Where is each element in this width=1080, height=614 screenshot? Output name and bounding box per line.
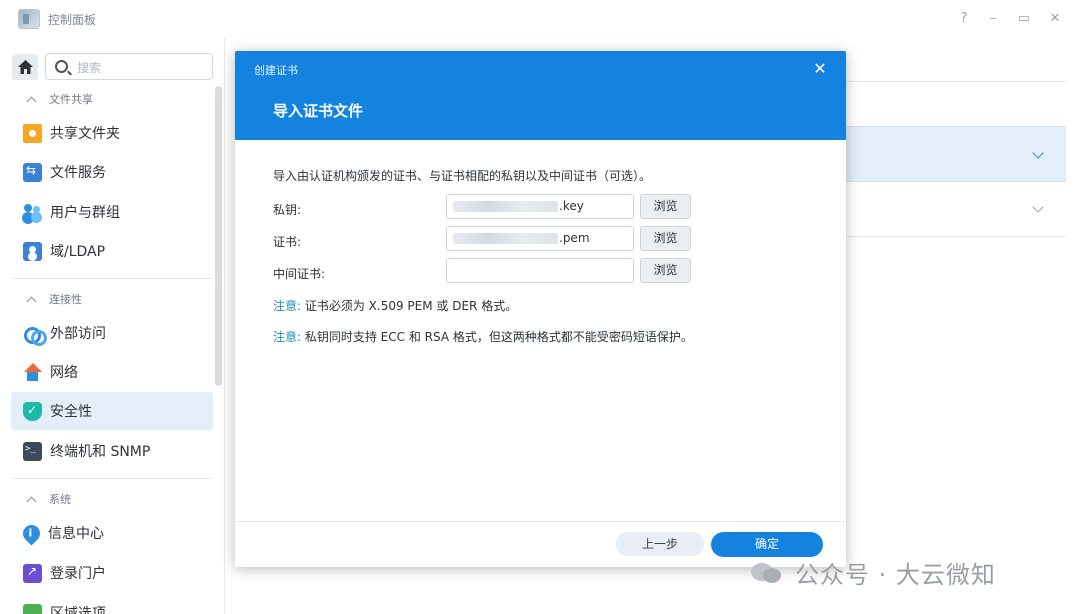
terminal-icon: [23, 441, 42, 461]
settings-row[interactable]: [846, 182, 1066, 237]
certificate-label: 证书:: [273, 235, 302, 249]
group-label: 连接性: [49, 293, 82, 306]
group-header-system[interactable]: 系统: [0, 484, 213, 514]
search-placeholder: 搜索: [77, 61, 102, 75]
group-header-connectivity[interactable]: 连接性: [0, 284, 213, 314]
minimize-icon[interactable]: –: [982, 8, 1004, 30]
chevron-up-icon: [26, 96, 37, 106]
private-key-field[interactable]: .key: [446, 194, 634, 219]
dialog-header: 创建证书 ✕ 导入证书文件: [235, 51, 846, 140]
sidebar-scrollbar[interactable]: [215, 86, 222, 386]
private-key-label: 私钥:: [273, 203, 302, 217]
region-icon: [23, 603, 42, 614]
sidebar-item-network[interactable]: 网络: [11, 353, 213, 391]
create-certificate-dialog: 创建证书 ✕ 导入证书文件 导入由认证机构颁发的证书、与证书相配的私钥以及中间证…: [235, 51, 846, 567]
group-header-file-sharing[interactable]: 文件共享: [0, 84, 213, 114]
sidebar-item-login-portal[interactable]: 登录门户: [11, 554, 213, 592]
watermark-text: 公众号 · 大云微知: [795, 560, 996, 589]
sidebar-item-domain-ldap[interactable]: 域/LDAP: [11, 232, 213, 270]
field-value: .pem: [559, 231, 590, 245]
sidebar-item-label: 用户与群组: [50, 205, 120, 221]
shared-folder-icon: [23, 123, 42, 143]
security-shield-icon: [23, 401, 42, 421]
users-icon: [23, 203, 42, 222]
search-input[interactable]: 搜索: [45, 53, 213, 80]
sidebar-item-label: 共享文件夹: [50, 126, 120, 142]
redacted-filename: [453, 201, 558, 212]
note-private-key: 注意: 私钥同时支持 ECC 和 RSA 格式，但这两种格式都不能受密码短语保护…: [273, 328, 693, 345]
note-text: 证书必须为 X.509 PEM 或 DER 格式。: [301, 299, 518, 313]
chevron-down-icon: [1032, 147, 1044, 159]
dialog-window-title: 创建证书: [254, 64, 298, 77]
wechat-logo-icon: [749, 557, 787, 587]
login-portal-icon: [23, 563, 42, 583]
network-icon: [23, 362, 42, 382]
group-label: 文件共享: [49, 93, 93, 106]
group-label: 系统: [49, 493, 71, 506]
intermediate-certificate-field[interactable]: [446, 258, 634, 283]
sidebar-item-label: 信息中心: [48, 526, 104, 542]
window-titlebar: 控制面板 ? – ▭ ✕: [0, 0, 1080, 38]
window-title: 控制面板: [48, 13, 97, 27]
intermediate-certificate-label: 中间证书:: [273, 267, 326, 281]
external-access-icon: [23, 324, 47, 346]
domain-icon: [23, 241, 42, 261]
sidebar-item-terminal-snmp[interactable]: 终端机和 SNMP: [11, 432, 213, 470]
sidebar-item-label: 安全性: [50, 404, 92, 420]
home-icon: [17, 60, 33, 74]
help-icon[interactable]: ?: [953, 8, 975, 30]
previous-button[interactable]: 上一步: [616, 532, 704, 556]
browse-intermediate-certificate-button[interactable]: 浏览: [640, 258, 691, 283]
sidebar-item-label: 文件服务: [50, 165, 106, 181]
dialog-intro: 导入由认证机构颁发的证书、与证书相配的私钥以及中间证书（可选）。: [273, 169, 652, 183]
dialog-footer-divider: [235, 521, 846, 522]
control-panel-icon: [18, 9, 40, 29]
home-button[interactable]: [12, 54, 38, 80]
close-icon[interactable]: ✕: [810, 59, 830, 79]
file-services-icon: [23, 162, 42, 182]
chevron-up-icon: [26, 296, 37, 306]
sidebar-item-users-groups[interactable]: 用户与群组: [11, 193, 213, 231]
settings-row-expanded[interactable]: [846, 126, 1066, 182]
sidebar-item-security[interactable]: 安全性: [11, 392, 213, 430]
note-label: 注意:: [273, 299, 302, 313]
sidebar-item-label: 网络: [50, 365, 78, 381]
sidebar: 搜索 文件共享 共享文件夹 文件服务 用户与群组 域/LDAP 连接性 外部访问…: [0, 38, 225, 614]
watermark: 公众号 · 大云微知: [749, 554, 996, 590]
sidebar-item-label: 终端机和 SNMP: [50, 444, 151, 460]
sidebar-item-label: 外部访问: [50, 326, 106, 342]
sidebar-item-region-options[interactable]: 区域选项: [11, 594, 213, 614]
sidebar-divider: [12, 478, 212, 479]
close-window-icon[interactable]: ✕: [1044, 8, 1066, 30]
note-label: 注意:: [273, 330, 302, 344]
sidebar-item-info-center[interactable]: 信息中心: [11, 514, 213, 552]
certificate-field[interactable]: .pem: [446, 226, 634, 251]
maximize-icon[interactable]: ▭: [1013, 8, 1035, 30]
chevron-down-icon: [1032, 201, 1044, 213]
sidebar-item-label: 域/LDAP: [50, 244, 106, 260]
note-text: 私钥同时支持 ECC 和 RSA 格式，但这两种格式都不能受密码短语保护。: [301, 330, 693, 344]
dialog-title: 导入证书文件: [273, 102, 364, 120]
browse-private-key-button[interactable]: 浏览: [640, 194, 691, 219]
browse-certificate-button[interactable]: 浏览: [640, 226, 691, 251]
sidebar-item-file-services[interactable]: 文件服务: [11, 153, 213, 191]
search-icon: [55, 60, 68, 73]
redacted-filename: [453, 233, 558, 244]
sidebar-item-shared-folder[interactable]: 共享文件夹: [11, 114, 213, 152]
sidebar-item-label: 区域选项: [50, 606, 106, 614]
info-center-icon: [19, 520, 44, 546]
sidebar-item-external-access[interactable]: 外部访问: [11, 314, 213, 352]
chevron-up-icon: [26, 496, 37, 506]
sidebar-divider: [12, 278, 212, 279]
note-format: 注意: 证书必须为 X.509 PEM 或 DER 格式。: [273, 297, 517, 314]
sidebar-item-label: 登录门户: [50, 566, 106, 582]
field-value: .key: [559, 199, 584, 213]
tab-underline: [846, 81, 1066, 82]
